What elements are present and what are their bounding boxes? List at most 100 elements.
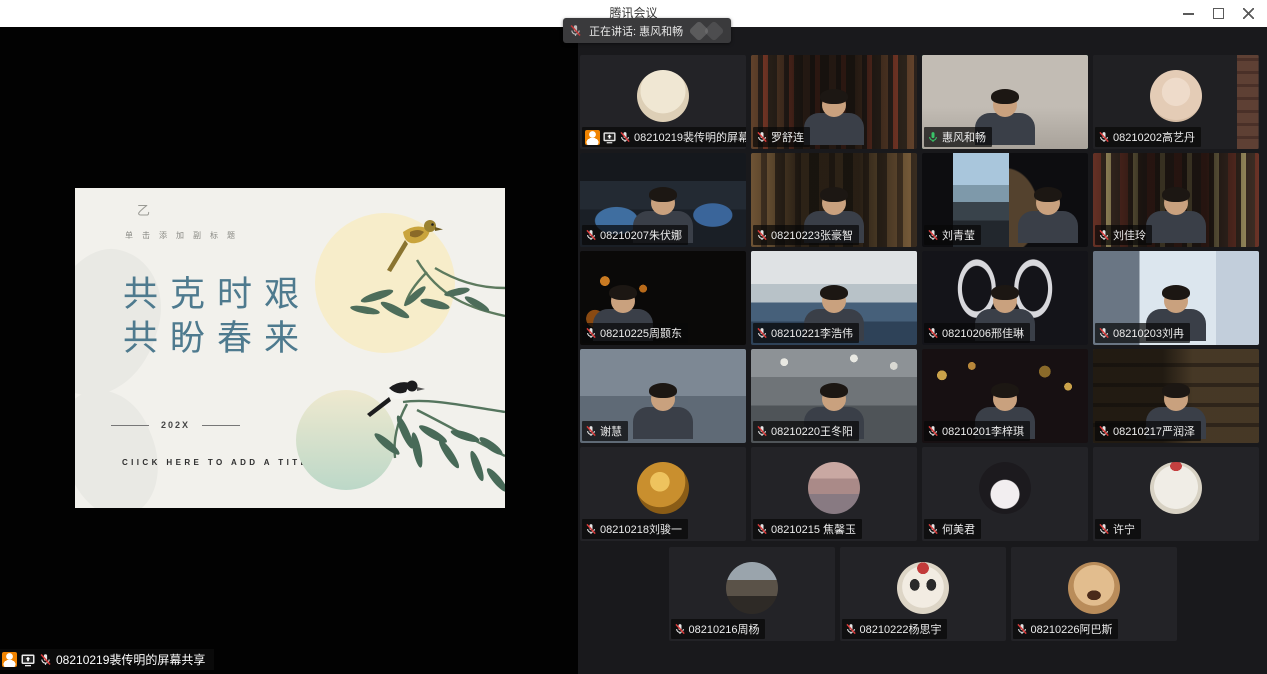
participant-name: 08210202高艺丹 [1113, 129, 1195, 145]
calligraphy-stamp-icon: 乙 [137, 200, 151, 218]
close-icon [1243, 8, 1254, 19]
participant-name: 08210218刘骏一 [600, 521, 682, 537]
participant-nameplate: 08210215 焦馨玉 [753, 519, 862, 539]
participant-tile[interactable]: 08210217严润泽 [1093, 349, 1259, 443]
participant-name: 08210220王冬阳 [771, 423, 853, 439]
mic-muted-icon [927, 523, 939, 535]
mic-muted-icon [756, 229, 768, 241]
participant-name: 08210225周颢东 [600, 325, 682, 341]
mic-muted-icon [585, 229, 597, 241]
participant-avatar [637, 462, 689, 514]
participant-silhouette [1013, 191, 1083, 247]
participant-tile[interactable]: 08210223张豪智 [751, 153, 917, 247]
participant-avatar [808, 462, 860, 514]
mic-active-icon [927, 131, 939, 143]
participant-tile[interactable]: 罗舒连 [751, 55, 917, 149]
participant-nameplate: 08210203刘冉 [1095, 323, 1190, 343]
participant-tile[interactable]: 08210225周颢东 [580, 251, 746, 345]
participant-nameplate: 08210206邢佳琳 [924, 323, 1030, 343]
mic-muted-icon [756, 425, 768, 437]
mic-muted-icon [1098, 131, 1110, 143]
participant-nameplate: 08210226阿巴斯 [1013, 619, 1119, 639]
participant-tile[interactable]: 08210206邢佳琳 [922, 251, 1088, 345]
participant-tile[interactable]: 08210218刘骏一 [580, 447, 746, 541]
participant-name: 08210201李梓琪 [942, 423, 1024, 439]
mic-muted-icon [569, 24, 582, 37]
maximize-button[interactable] [1203, 0, 1233, 27]
participant-tile[interactable]: 谢慧 [580, 349, 746, 443]
participant-tile[interactable]: 08210219裴传明的屏幕... [580, 55, 746, 149]
participant-tile[interactable]: 08210215 焦馨玉 [751, 447, 917, 541]
participant-nameplate: 罗舒连 [753, 127, 810, 147]
screen-share-pill-label: 08210219裴传明的屏幕共享 [56, 651, 205, 668]
participant-nameplate: 08210207朱伏娜 [582, 225, 688, 245]
participant-avatar [1150, 462, 1202, 514]
host-icon [585, 130, 600, 145]
slide-year-row: 202X [111, 420, 240, 430]
participant-nameplate: 08210225周颢东 [582, 323, 688, 343]
participant-tile[interactable]: 刘佳玲 [1093, 153, 1259, 247]
participant-avatar [979, 462, 1031, 514]
host-icon [2, 652, 17, 667]
participant-nameplate: 08210216周杨 [671, 619, 766, 639]
participant-nameplate: 08210220王冬阳 [753, 421, 859, 441]
participant-avatar [726, 562, 778, 614]
minimize-icon [1183, 13, 1194, 15]
participant-tile[interactable]: 08210221李浩伟 [751, 251, 917, 345]
participant-tile[interactable]: 08210226阿巴斯 [1011, 547, 1177, 641]
participant-grid-region: 08210219裴传明的屏幕... 罗舒连 [578, 27, 1267, 674]
participant-name: 08210222杨思宇 [860, 621, 942, 637]
mic-muted-icon [845, 623, 857, 635]
participant-name: 08210215 焦馨玉 [771, 521, 856, 537]
participant-tile[interactable]: 许宁 [1093, 447, 1259, 541]
shared-presentation-slide: 乙 单击添加副标题 共克时艰 共盼春来 202X CIICK HERE TO A… [75, 188, 505, 508]
mic-muted-icon [1098, 425, 1110, 437]
participant-tile[interactable]: 08210203刘冉 [1093, 251, 1259, 345]
mic-muted-icon [1098, 327, 1110, 339]
participant-nameplate: 刘佳玲 [1095, 225, 1152, 245]
mic-muted-icon [927, 425, 939, 437]
participant-name: 许宁 [1113, 521, 1135, 537]
mic-muted-icon [927, 229, 939, 241]
participant-grid: 08210219裴传明的屏幕... 罗舒连 [580, 55, 1259, 541]
slide-subtitle-placeholder: 单击添加副标题 [125, 230, 244, 241]
participant-tile[interactable]: 何美君 [922, 447, 1088, 541]
participant-silhouette [628, 387, 698, 443]
participant-name: 08210219裴传明的屏幕... [634, 129, 746, 145]
mic-muted-icon [927, 327, 939, 339]
participant-nameplate: 08210218刘骏一 [582, 519, 688, 539]
participant-tile[interactable]: 08210202高艺丹 [1093, 55, 1259, 149]
participant-name: 08210206邢佳琳 [942, 325, 1024, 341]
participant-tile[interactable]: 08210201李梓琪 [922, 349, 1088, 443]
slide-year: 202X [161, 420, 190, 430]
participant-tile[interactable]: 惠风和畅 [922, 55, 1088, 149]
close-button[interactable] [1233, 0, 1263, 27]
participant-tile[interactable]: 刘青莹 [922, 153, 1088, 247]
participant-nameplate: 08210201李梓琪 [924, 421, 1030, 441]
mic-muted-icon [39, 653, 52, 666]
participant-tile[interactable]: 08210222杨思宇 [840, 547, 1006, 641]
participant-name: 08210217严润泽 [1113, 423, 1195, 439]
participant-name: 08210221李浩伟 [771, 325, 853, 341]
mic-muted-icon [1016, 623, 1028, 635]
minimize-button[interactable] [1173, 0, 1203, 27]
maximize-icon [1213, 8, 1224, 19]
participant-avatar [637, 70, 689, 122]
participant-nameplate: 08210217严润泽 [1095, 421, 1201, 441]
mic-muted-icon [756, 131, 768, 143]
participant-name: 08210226阿巴斯 [1031, 621, 1113, 637]
participant-nameplate: 惠风和畅 [924, 127, 992, 147]
mic-muted-icon [674, 623, 686, 635]
participant-tile[interactable]: 08210216周杨 [669, 547, 835, 641]
participant-avatar [1068, 562, 1120, 614]
participant-nameplate: 谢慧 [582, 421, 628, 441]
participant-name: 谢慧 [600, 423, 622, 439]
participant-bottom-row: 08210216周杨 08210222杨思宇 08210226阿巴斯 [578, 547, 1267, 641]
participant-nameplate: 08210222杨思宇 [842, 619, 948, 639]
magpie-bird [367, 381, 425, 418]
participant-nameplate: 08210221李浩伟 [753, 323, 859, 343]
screen-share-icon [603, 131, 616, 144]
participant-tile[interactable]: 08210220王冬阳 [751, 349, 917, 443]
participant-tile[interactable]: 08210207朱伏娜 [580, 153, 746, 247]
participant-nameplate: 08210202高艺丹 [1095, 127, 1201, 147]
